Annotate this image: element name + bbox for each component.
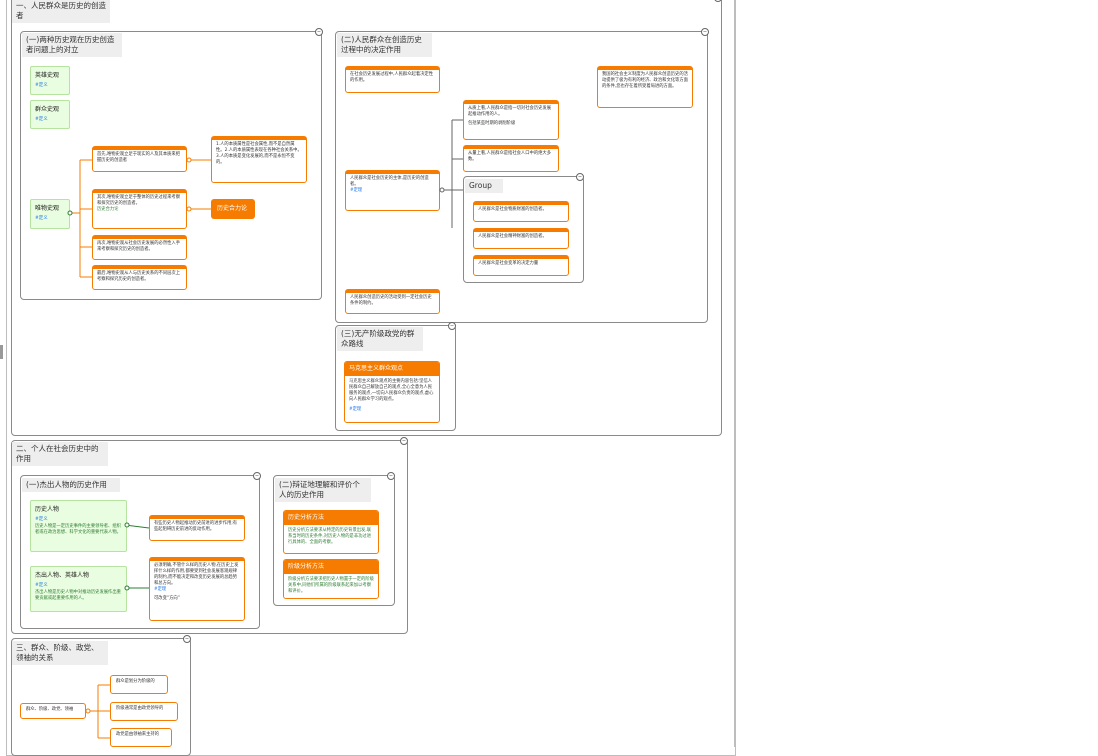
mindmap-canvas[interactable]: 一、人民群众是历史的创造者 − (一)两种历史观在历史创造者问题上的对立 − 英… [0, 0, 1098, 756]
connector-lines [67, 119, 463, 739]
